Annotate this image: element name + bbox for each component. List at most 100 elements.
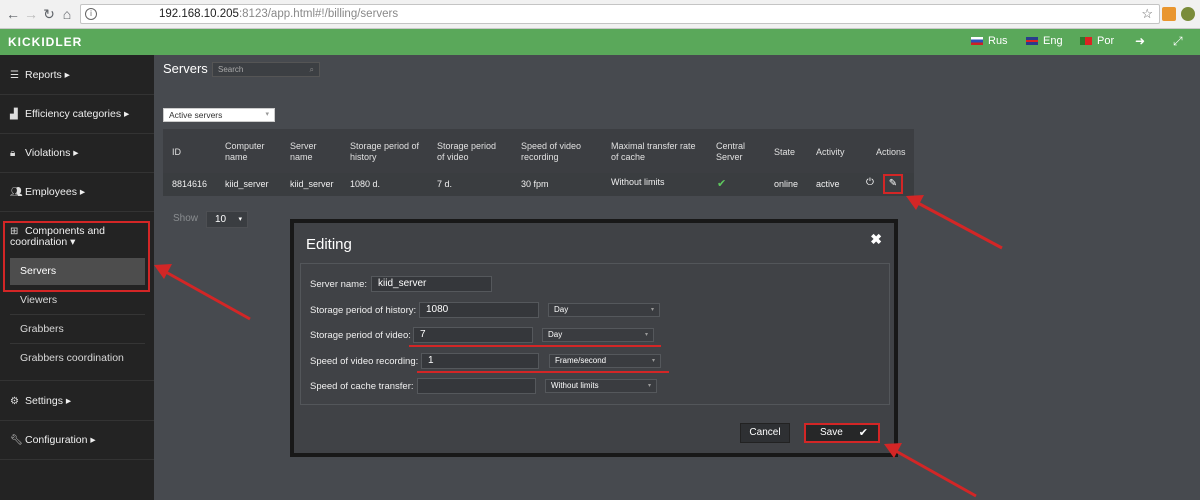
table-row[interactable]: 8814616 kiid_server kiid_server 1080 d. …: [163, 173, 914, 196]
sidebar-item-violations[interactable]: 🔒︎ Violations ▸: [0, 147, 154, 159]
extension-icon[interactable]: [1162, 7, 1176, 21]
cell-speed: 30 fpm: [521, 179, 549, 189]
cell-video: 7 d.: [437, 179, 453, 189]
edit-icon[interactable]: ✎: [883, 174, 903, 194]
cache-label: Speed of cache transfer:: [310, 381, 414, 392]
check-icon: ✔: [858, 427, 868, 439]
flag-ru-icon: [971, 37, 983, 46]
flag-pt-icon: [1080, 37, 1092, 46]
history-label: Storage period of history:: [310, 305, 417, 316]
highlight-underline: [417, 371, 669, 373]
cache-field[interactable]: [417, 378, 536, 394]
lock-icon: 🔒︎: [10, 148, 16, 159]
cache-unit-select[interactable]: Without limits ▾: [545, 379, 657, 393]
cancel-button[interactable]: Cancel: [740, 423, 790, 443]
col-computer-name: Computer name: [225, 141, 265, 162]
divider: [0, 133, 154, 134]
search-icon: ⌕: [309, 65, 314, 74]
home-icon[interactable]: ⌂: [59, 6, 75, 22]
logout-icon[interactable]: ➜: [1135, 34, 1145, 48]
divider: [0, 380, 154, 381]
table-header: ID Computer name Server name Storage per…: [163, 129, 914, 173]
chevron-down-icon: ▾: [238, 216, 242, 223]
save-button[interactable]: Save ✔: [804, 423, 880, 443]
server-name-label: Server name:: [310, 279, 368, 290]
col-storage-history: Storage period of history: [350, 141, 420, 162]
bookmark-star-icon[interactable]: ☆: [1141, 5, 1153, 23]
speed-label: Speed of video recording:: [310, 356, 419, 367]
divider: [0, 459, 154, 460]
video-field[interactable]: 7: [413, 327, 533, 343]
col-id: ID: [172, 147, 181, 157]
video-unit-select[interactable]: Day ▾: [542, 328, 654, 342]
col-storage-video: Storage period of video: [437, 141, 497, 162]
divider: [10, 314, 145, 315]
divider: [0, 420, 154, 421]
divider: [0, 211, 154, 212]
back-icon[interactable]: ←: [5, 6, 21, 22]
cell-computer: kiid_server: [225, 179, 269, 189]
chevron-down-icon: ▾: [650, 307, 654, 313]
chevron-down-icon: ▾: [644, 332, 648, 338]
history-unit-select[interactable]: Day ▾: [548, 303, 660, 317]
address-bar[interactable]: i 192.168.10.205:8123/app.html#!/billing…: [80, 4, 1160, 24]
col-cache-rate: Maximal transfer rate of cache: [611, 141, 696, 162]
annotation-arrow: [884, 443, 977, 498]
divider: [0, 172, 154, 173]
sidebar-item-configuration[interactable]: 🔧︎ Configuration ▸: [0, 434, 154, 446]
lang-eng[interactable]: Eng: [1026, 35, 1063, 47]
chevron-down-icon: ▾: [647, 383, 651, 389]
speed-unit-select[interactable]: Frame/second ▾: [549, 354, 661, 368]
sidebar-subitem-grabbers-coordination[interactable]: Grabbers coordination: [10, 352, 145, 364]
app-header: KICKIDLER Rus Eng Por ➜ ⤢: [0, 29, 1200, 55]
col-state: State: [774, 147, 796, 157]
chevron-down-icon: ▾: [651, 358, 655, 364]
sidebar-item-employees[interactable]: 👥︎ Employees ▸: [0, 186, 154, 198]
lang-por[interactable]: Por: [1080, 35, 1114, 47]
wrench-icon: 🔧︎: [10, 435, 23, 446]
reload-icon[interactable]: ↻: [41, 6, 57, 22]
search-input[interactable]: Search ⌕: [212, 62, 320, 77]
divider: [10, 343, 145, 344]
cell-server: kiid_server: [290, 179, 334, 189]
server-name-field[interactable]: kiid_server: [371, 276, 492, 292]
highlight-underline: [409, 345, 661, 347]
fullscreen-icon[interactable]: ⤢: [1173, 34, 1183, 49]
bar-chart-icon: ▟: [10, 109, 18, 120]
forward-icon[interactable]: →: [23, 6, 39, 22]
gears-icon: ⚙: [10, 396, 19, 407]
dialog-body: Server name: kiid_server Storage period …: [300, 263, 890, 405]
chevron-down-icon: ▾: [265, 111, 269, 118]
sidebar-subitem-grabbers[interactable]: Grabbers: [10, 323, 145, 335]
url-text: 192.168.10.205:8123/app.html#!/billing/s…: [159, 8, 399, 20]
divider: [0, 94, 154, 95]
sidebar-item-reports[interactable]: ☰ Reports ▸: [0, 69, 154, 81]
video-label: Storage period of video:: [310, 330, 411, 341]
power-icon[interactable]: ⏻: [866, 177, 874, 188]
history-field[interactable]: 1080: [419, 302, 539, 318]
close-icon[interactable]: ✖: [870, 231, 882, 248]
annotation-arrow: [906, 195, 1003, 250]
sidebar-item-settings[interactable]: ⚙ Settings ▸: [0, 395, 154, 407]
server-filter-select[interactable]: Active servers ▾: [163, 108, 275, 122]
col-server-name: Server name: [290, 141, 317, 162]
page-title: Servers: [163, 61, 208, 76]
col-central-server: Central Server: [716, 141, 746, 162]
dialog-title: Editing: [306, 236, 352, 253]
lang-rus[interactable]: Rus: [971, 35, 1008, 47]
col-actions: Actions: [876, 147, 906, 157]
show-label: Show: [173, 213, 199, 224]
page-size-select[interactable]: 10 ▾: [206, 211, 248, 228]
annotation-arrow: [154, 264, 251, 321]
col-activity: Activity: [816, 147, 845, 157]
edit-server-dialog: Editing ✖ Server name: kiid_server Stora…: [290, 219, 898, 457]
browser-toolbar: ← → ↻ ⌂ i 192.168.10.205:8123/app.html#!…: [0, 0, 1200, 29]
sidebar-subitem-viewers[interactable]: Viewers: [10, 294, 145, 306]
users-icon: 👥︎: [10, 187, 23, 198]
cell-state: online: [774, 179, 799, 189]
sidebar-item-efficiency[interactable]: ▟ Efficiency categories ▸: [0, 108, 154, 120]
extension-icon[interactable]: [1181, 7, 1195, 21]
list-icon: ☰: [10, 70, 19, 81]
speed-field[interactable]: 1: [421, 353, 539, 369]
info-icon[interactable]: i: [85, 8, 97, 20]
